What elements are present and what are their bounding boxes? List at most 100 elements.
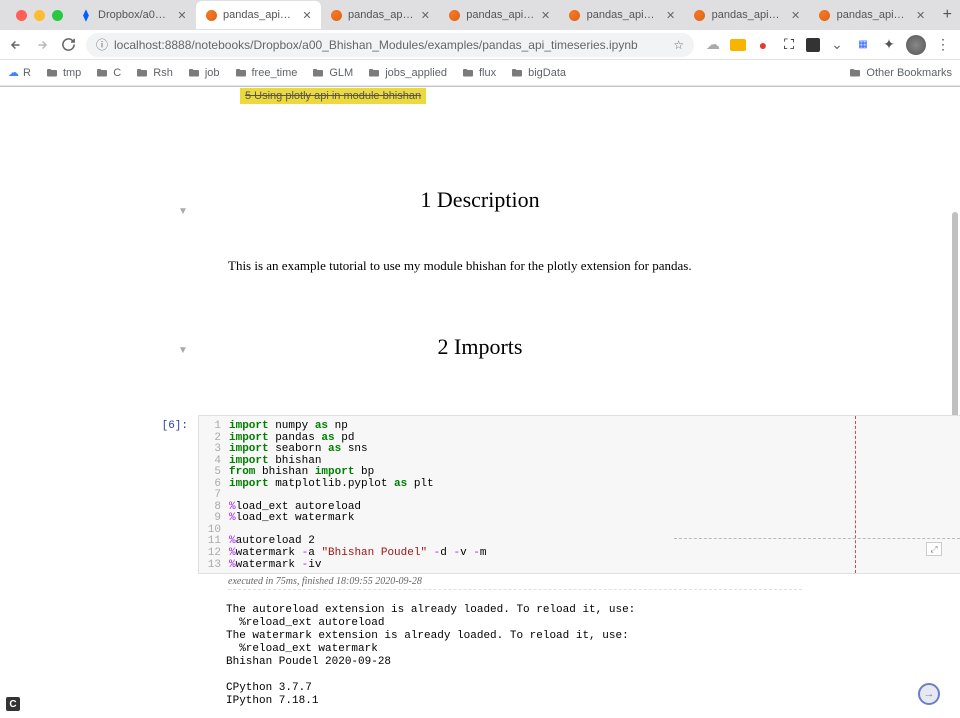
tab-close-icon[interactable]: ✕ <box>176 9 188 21</box>
tab-title: pandas_api_stats <box>348 9 414 21</box>
bookmark-label: Rsh <box>153 67 173 79</box>
bookmark-item[interactable]: bigData <box>510 67 566 79</box>
cloud-icon: ☁ <box>8 66 19 79</box>
site-info-icon[interactable]: ⓘ <box>96 36 108 53</box>
window-minimize-button[interactable] <box>34 10 45 21</box>
bookmark-label: bigData <box>528 67 566 79</box>
cell-collapse-icon[interactable]: ▼ <box>178 206 188 217</box>
console-icon[interactable]: C <box>6 697 20 711</box>
toc-highlighted-item[interactable]: 5 Using plotly api in module bhishan <box>240 88 426 104</box>
bookmark-item[interactable]: ☁ R <box>8 66 31 79</box>
jupyter-notebook-content[interactable]: 5 Using plotly api in module bhishan ▼ 1… <box>0 87 960 718</box>
section-heading-description: 1 Description <box>0 187 960 213</box>
execution-time: executed in 75ms, finished 18:09:55 2020… <box>228 574 802 590</box>
forward-button[interactable] <box>34 37 50 53</box>
folder-icon <box>135 67 149 79</box>
bookmark-star-icon[interactable]: ☆ <box>673 38 684 52</box>
bookmark-item[interactable]: C <box>95 67 121 79</box>
folder-icon <box>367 67 381 79</box>
profile-avatar[interactable] <box>906 35 926 55</box>
other-bookmarks[interactable]: Other Bookmarks <box>848 67 952 79</box>
alert-icon[interactable]: ● <box>754 36 772 54</box>
cell-output: The autoreload extension is already load… <box>226 590 960 718</box>
reload-button[interactable] <box>60 37 76 53</box>
folder-icon <box>95 67 109 79</box>
folder-icon <box>311 67 325 79</box>
window-maximize-button[interactable] <box>52 10 63 21</box>
bookmark-item[interactable]: flux <box>461 67 496 79</box>
folder-icon <box>510 67 524 79</box>
jupyter-icon <box>447 8 461 22</box>
bookmark-label: Other Bookmarks <box>866 67 952 79</box>
tab-title: pandas_api_timese <box>223 9 296 21</box>
extensions-icon[interactable]: ✦ <box>880 36 898 54</box>
jupyter-icon <box>693 8 707 22</box>
tab-close-icon[interactable]: ✕ <box>540 9 552 21</box>
browser-tab[interactable]: pandas_api_timese ✕ <box>196 1 321 29</box>
jupyter-icon <box>568 8 582 22</box>
browser-tab[interactable]: pandas_api_plotly ✕ <box>439 1 559 29</box>
divider-line <box>674 538 960 539</box>
cell-prompt: [6]: <box>0 415 198 574</box>
tab-title: pandas_api_num_a <box>587 9 660 21</box>
extension-icon[interactable] <box>730 39 746 51</box>
bookmark-item[interactable]: GLM <box>311 67 353 79</box>
browser-tab[interactable]: ⧫ Dropbox/a00_Bhish ✕ <box>71 1 196 29</box>
browser-tab[interactable]: pandas_api_num_a ✕ <box>560 1 685 29</box>
fullscreen-icon[interactable]: ⛶ <box>780 36 798 54</box>
window-close-button[interactable] <box>16 10 27 21</box>
browser-tab[interactable]: pandas_api_descrip ✕ <box>810 1 935 29</box>
folder-icon <box>234 67 248 79</box>
folder-icon <box>461 67 475 79</box>
expand-output-icon[interactable]: ⤢ <box>926 542 942 556</box>
tab-title: pandas_api_plotly <box>466 9 534 21</box>
url-bar[interactable]: ⓘ localhost:8888/notebooks/Dropbox/a00_B… <box>86 33 694 57</box>
section-heading-imports: 2 Imports <box>0 334 960 360</box>
tab-title: pandas_api_descrip <box>837 9 910 21</box>
new-tab-button[interactable]: + <box>935 6 960 24</box>
cell-collapse-icon[interactable]: ▼ <box>178 345 188 356</box>
extension-icon[interactable] <box>806 38 820 52</box>
url-text: localhost:8888/notebooks/Dropbox/a00_Bhi… <box>114 38 667 52</box>
bookmark-item[interactable]: jobs_applied <box>367 67 447 79</box>
browser-tab[interactable]: pandas_api_stats ✕ <box>321 1 439 29</box>
browser-tab[interactable]: pandas_api_misc_p ✕ <box>685 1 810 29</box>
tab-close-icon[interactable]: ✕ <box>915 9 927 21</box>
bookmark-label: R <box>23 67 31 79</box>
code-cell[interactable]: [6]: 1import numpy as np 2import pandas … <box>0 415 960 574</box>
dropbox-icon: ⧫ <box>79 8 93 22</box>
bookmark-item[interactable]: Rsh <box>135 67 173 79</box>
bookmark-label: flux <box>479 67 496 79</box>
tab-bar: ⧫ Dropbox/a00_Bhish ✕ pandas_api_timese … <box>0 0 960 30</box>
scroll-nav-icon[interactable]: → <box>918 683 940 705</box>
tab-close-icon[interactable]: ✕ <box>790 9 802 21</box>
window-controls <box>8 10 71 21</box>
bookmark-item[interactable]: tmp <box>45 67 81 79</box>
cloud-icon[interactable]: ☁ <box>704 36 722 54</box>
tab-close-icon[interactable]: ✕ <box>419 9 431 21</box>
back-button[interactable] <box>8 37 24 53</box>
bookmark-label: C <box>113 67 121 79</box>
pocket-icon[interactable]: ⌄ <box>828 36 846 54</box>
toolbar-icons: ☁ ● ⛶ ⌄ ▦ ✦ ⋮ <box>704 35 952 55</box>
tab-close-icon[interactable]: ✕ <box>665 9 677 21</box>
jupyter-icon <box>818 8 832 22</box>
folder-icon <box>187 67 201 79</box>
bookmark-item[interactable]: job <box>187 67 220 79</box>
bookmark-label: tmp <box>63 67 81 79</box>
jupyter-icon <box>329 8 343 22</box>
description-paragraph: This is an example tutorial to use my mo… <box>228 258 960 274</box>
bookmark-label: free_time <box>252 67 298 79</box>
bookmark-item[interactable]: free_time <box>234 67 298 79</box>
media-icon[interactable]: ▦ <box>854 36 872 54</box>
bookmark-label: job <box>205 67 220 79</box>
folder-icon <box>848 67 862 79</box>
menu-icon[interactable]: ⋮ <box>934 36 952 54</box>
bookmark-label: GLM <box>329 67 353 79</box>
bookmark-label: jobs_applied <box>385 67 447 79</box>
code-input-area[interactable]: 1import numpy as np 2import pandas as pd… <box>198 415 960 574</box>
bookmarks-bar: ☁ R tmp C Rsh job free_time GLM j <box>0 60 960 86</box>
folder-icon <box>45 67 59 79</box>
tab-title: Dropbox/a00_Bhish <box>98 9 171 21</box>
tab-close-icon[interactable]: ✕ <box>301 9 313 21</box>
